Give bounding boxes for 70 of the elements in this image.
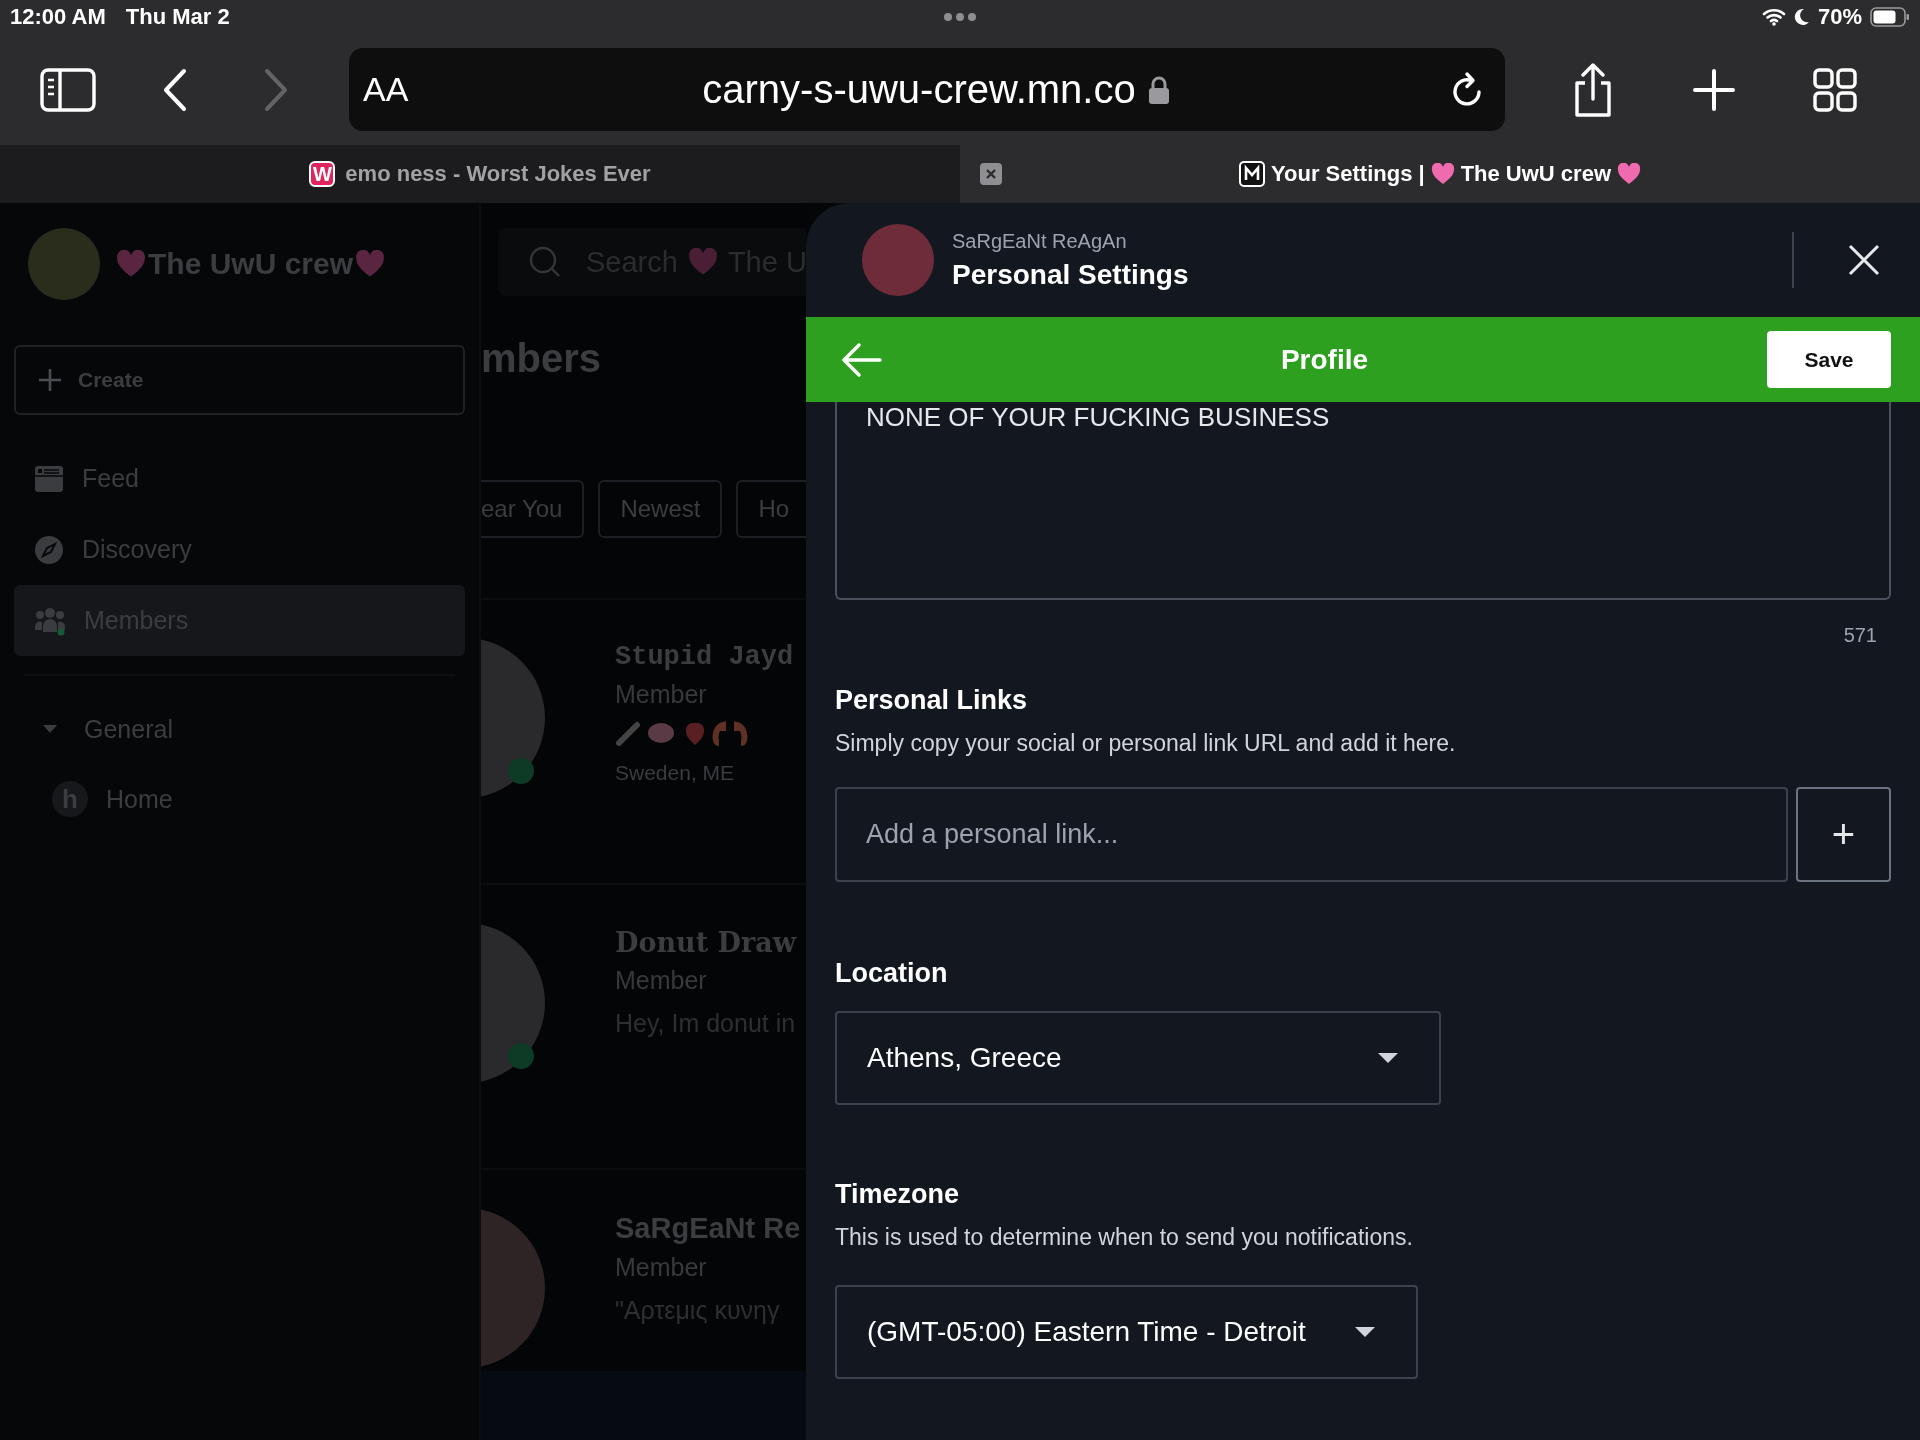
heart-icon: [687, 248, 718, 276]
browser-tab[interactable]: Your Settings | The UwU crew: [960, 145, 1920, 203]
member-name[interactable]: Donut Draw: [615, 927, 796, 958]
heart-icon: [116, 250, 146, 278]
nav-item[interactable]: Feed: [14, 443, 465, 514]
search-icon: [528, 245, 562, 279]
field-heading: Location: [835, 958, 949, 989]
nav-label: Discovery: [82, 535, 192, 564]
timezone-dropdown[interactable]: (GMT-05:00) Eastern Time - Detroit: [835, 1285, 1418, 1379]
back-icon[interactable]: [162, 67, 188, 112]
link-input-field[interactable]: Add a personal link...: [835, 787, 1788, 882]
page-title: mbers: [481, 336, 603, 382]
url-text: carny-s-uwu-crew.mn.co: [702, 67, 1136, 112]
battery-percent: 70%: [1817, 4, 1862, 30]
compass-icon: [34, 534, 64, 565]
panel-title: Personal Settings: [952, 258, 1190, 291]
tab-community-name: The UwU crew: [1460, 161, 1611, 187]
location-dropdown[interactable]: Athens, Greece: [835, 1011, 1441, 1105]
nav-label: Home: [106, 784, 173, 814]
people-icon: [34, 605, 66, 636]
character-counter: 571: [1842, 624, 1878, 647]
section-header[interactable]: General: [14, 694, 465, 764]
member-name[interactable]: SaRgEaNt Re: [615, 1212, 801, 1245]
add-link-button[interactable]: +: [1796, 787, 1891, 882]
lock-icon: [1147, 74, 1170, 105]
favicon: W: [309, 161, 336, 187]
section-title: Profile: [1279, 343, 1370, 376]
filter-chip[interactable]: Newest: [598, 480, 723, 538]
heart-icon: [355, 250, 386, 278]
wifi-icon: [1761, 8, 1786, 26]
bio-text: NONE OF YOUR FUCKING BUSINESS: [866, 402, 1330, 432]
feed-icon: [34, 463, 64, 494]
battery-icon: [1870, 7, 1910, 27]
caret-icon: [1377, 1052, 1399, 1064]
section-label: General: [84, 714, 173, 744]
field-description: Simply copy your social or personal link URL and add it here.: [835, 730, 1457, 757]
create-button[interactable]: Create: [14, 345, 465, 415]
close-icon[interactable]: [1848, 244, 1880, 276]
heart-icon: [1617, 163, 1641, 185]
clock-time: 12:00 AM: [10, 4, 106, 30]
caret-icon: [42, 724, 58, 734]
filter-chip[interactable]: ear You: [481, 480, 585, 538]
bio-textarea[interactable]: NONE OF YOUR FUCKING BUSINESS: [835, 402, 1891, 600]
tab-title: Your Settings |: [1271, 161, 1425, 187]
member-name[interactable]: Stupid Jayd: [615, 642, 794, 672]
back-arrow-icon[interactable]: [842, 342, 882, 377]
nav-label: Feed: [82, 464, 139, 493]
member-detail: Sweden, ME: [615, 761, 736, 785]
text-size-button[interactable]: AA: [363, 70, 423, 109]
save-button[interactable]: Save: [1767, 331, 1891, 388]
caret-icon: [1354, 1326, 1376, 1338]
user-name: SaRgEaNt ReAgAn: [952, 229, 1128, 253]
heart-icon: [1430, 163, 1455, 185]
field-description: This is used to determine when to send you notifications.: [835, 1224, 1414, 1251]
browser-tab[interactable]: W emo ness - Worst Jokes Ever: [0, 145, 960, 203]
forward-icon[interactable]: [263, 67, 289, 112]
more-dots-icon[interactable]: [943, 12, 977, 22]
sidebar-toggle-icon[interactable]: [40, 67, 96, 112]
new-tab-icon[interactable]: [1693, 68, 1735, 111]
tab-title: emo ness - Worst Jokes Ever: [345, 161, 651, 187]
status-date: Thu Mar 2: [125, 4, 230, 30]
plus-icon: [38, 368, 62, 392]
moon-icon: [1793, 8, 1810, 26]
tab-grid-icon[interactable]: [1813, 67, 1857, 112]
community-name[interactable]: The UwU crew: [148, 247, 354, 281]
field-heading: Timezone: [835, 1179, 961, 1210]
favicon: [1239, 161, 1265, 187]
address-bar[interactable]: AA carny-s-uwu-crew.mn.co: [349, 48, 1505, 131]
nav-item[interactable]: Discovery: [14, 514, 465, 585]
field-heading: Personal Links: [835, 685, 1029, 716]
